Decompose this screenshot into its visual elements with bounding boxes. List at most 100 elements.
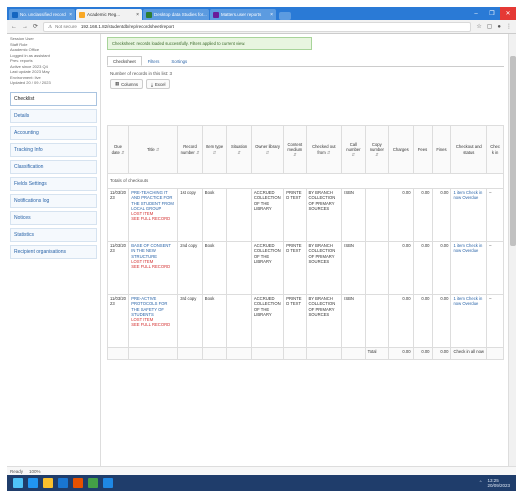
column-header[interactable]: Call number ⇵ [341,125,366,174]
table-row[interactable]: 11/03/2023 PRE-TEACHING IT AND PRACTICE F… [106,188,504,242]
columns-button[interactable]: ▦ Columns [110,79,144,89]
cell-owner: ACCRUED COLLECTION OF THE LIBRARY [250,241,285,295]
cell-status[interactable]: 1 item Check in now Overdue [450,241,488,295]
browser-tab[interactable]: Desktop data Studies for...× [143,9,209,20]
tab-sortings[interactable]: Sortings [165,56,193,66]
sidebar-item[interactable]: Recipient organisations [10,244,97,259]
sort-icon[interactable]: ⇵ [155,147,160,152]
extension-icon[interactable]: ▢ [487,23,493,30]
close-tab-icon[interactable]: × [69,12,72,18]
sort-icon[interactable]: ⇵ [326,150,331,155]
bookmark-star-icon[interactable]: ☆ [476,23,481,30]
column-header-label: Item type [205,144,224,150]
column-header[interactable]: Item type ⇵ [201,125,228,174]
reload-icon[interactable]: ⟳ [33,23,38,30]
cell-status[interactable]: 1 item Check in now Overdue [450,188,488,242]
full-record-link[interactable]: SEE FULL RECORD [131,216,175,221]
cell-fines: 0.00 [431,241,452,295]
browser-tab[interactable]: Matters.user reports × [210,9,276,20]
windows-start-icon[interactable] [13,478,23,488]
table-row[interactable]: 11/03/2023 PRE-ACTIVE PROTOCOLS FOR THE S… [106,294,504,348]
column-header[interactable]: Owner library ⇵ [250,125,285,174]
powerpoint-icon[interactable] [73,478,83,488]
sort-icon[interactable]: ⇵ [352,152,356,157]
column-header[interactable]: Checkout and status [450,125,488,174]
cell-status[interactable]: 1 item Check in now Overdue [450,294,488,348]
sidebar-item[interactable]: Details [10,108,97,123]
sort-icon[interactable]: ⇵ [266,150,270,155]
column-header[interactable]: Content medium ⇵ [283,125,307,174]
sort-icon[interactable]: ⇵ [195,150,200,155]
column-header[interactable]: Fees [412,125,433,174]
totals-status[interactable]: Check in all now [453,349,484,354]
tab-filters[interactable]: Filters [142,56,166,66]
column-header[interactable]: Fines [431,125,452,174]
chrome-icon[interactable] [88,478,98,488]
item-title-link[interactable]: PRE-TEACHING IT AND PRACTICE FOR THE STU… [131,190,175,211]
profile-icon[interactable]: ● [497,24,501,30]
checkout-status[interactable]: 1 item Check in now Overdue [453,190,484,201]
column-header[interactable]: Check in [486,125,504,174]
item-title-link[interactable]: BASE OF CONSENT IN THE NEW STRUCTURE [131,243,175,259]
sidebar-item[interactable]: Fields Settings [10,176,97,191]
sidebar-item-label: Recipient organisations [14,248,66,255]
sidebar-item[interactable]: Classification [10,159,97,174]
totals-label: Total [367,349,377,354]
sidebar-item[interactable]: Tracking Info [10,142,97,157]
vertical-scrollbar[interactable] [508,34,516,466]
column-header[interactable]: Title ⇵ [128,125,179,174]
sort-icon[interactable]: ⇵ [120,150,125,155]
sort-icon[interactable]: ⇵ [293,152,297,157]
scrollbar-thumb[interactable] [510,56,516,246]
outlook-icon[interactable] [58,478,68,488]
close-window-button[interactable]: ✕ [500,7,516,20]
url-field[interactable]: ⚠ Not secure 192.168.1.82/studentdb/rep/… [43,21,472,32]
cell-checkin[interactable]: – [486,188,504,242]
column-header[interactable]: Record number ⇵ [177,125,203,174]
menu-kebab-icon[interactable]: ⋮ [506,23,512,30]
cell-checkin[interactable]: – [486,241,504,295]
sidebar-item[interactable]: Notifications log [10,193,97,208]
browser-tab[interactable]: No. unclassified record × [9,9,75,20]
word-icon[interactable] [103,478,113,488]
file-explorer-icon[interactable] [43,478,53,488]
maximize-button[interactable]: ❐ [484,7,500,20]
forward-icon[interactable]: → [22,24,28,30]
cell-checkin[interactable]: – [486,294,504,348]
back-icon[interactable]: ← [11,24,17,30]
sidebar-item[interactable]: Notices [10,210,97,225]
totals-cell [250,347,285,360]
minimize-button[interactable]: – [468,7,484,20]
network-icon[interactable]: ⌃ [479,480,483,486]
clock[interactable]: 13:25 20/09/2023 [487,478,510,488]
close-tab-icon[interactable]: × [136,12,139,18]
full-record-link[interactable]: SEE FULL RECORD [131,264,175,269]
sidebar-item[interactable]: Checklist [10,91,97,106]
column-header[interactable]: Due date ⇵ [106,125,130,174]
column-header[interactable]: Charges [388,125,414,174]
charges-value: 0.00 [402,296,411,301]
sort-icon[interactable]: ⇵ [213,150,217,155]
full-record-link[interactable]: SEE FULL RECORD [131,322,175,327]
sort-icon[interactable]: ⇵ [375,152,379,157]
cell-fines: 0.00 [431,294,452,348]
totals-cell [305,347,343,360]
close-tab-icon[interactable]: × [270,12,273,18]
sort-icon[interactable]: ⇵ [237,150,241,155]
column-header[interactable]: Situation ⇵ [226,125,252,174]
sidebar-item[interactable]: Statistics [10,227,97,242]
edge-browser-icon[interactable] [28,478,38,488]
checkout-status[interactable]: 1 item Check in now Overdue [453,296,484,307]
table-row[interactable]: 11/03/2023 BASE OF CONSENT IN THE NEW STR… [106,241,504,295]
checked-value: BY BRANCH COLLECTION OF PRIMARY SOURCES [308,296,336,317]
sidebar-item[interactable]: Accounting [10,125,97,140]
column-header[interactable]: Copy number ⇵ [364,125,390,174]
item-title-link[interactable]: PRE-ACTIVE PROTOCOLS FOR THE SAFETY OF S… [131,296,175,317]
browser-tab[interactable]: Academic Reg... × [76,9,142,20]
column-header[interactable]: Checked out from ⇵ [305,125,343,174]
excel-button[interactable]: ⤓ Excel [146,79,171,89]
tab-checksheet[interactable]: Checksheet [107,56,142,66]
new-tab-button[interactable] [279,12,291,20]
taskbar: ⌃ 13:25 20/09/2023 [7,475,516,491]
checkout-status[interactable]: 1 item Check in now Overdue [453,243,484,254]
